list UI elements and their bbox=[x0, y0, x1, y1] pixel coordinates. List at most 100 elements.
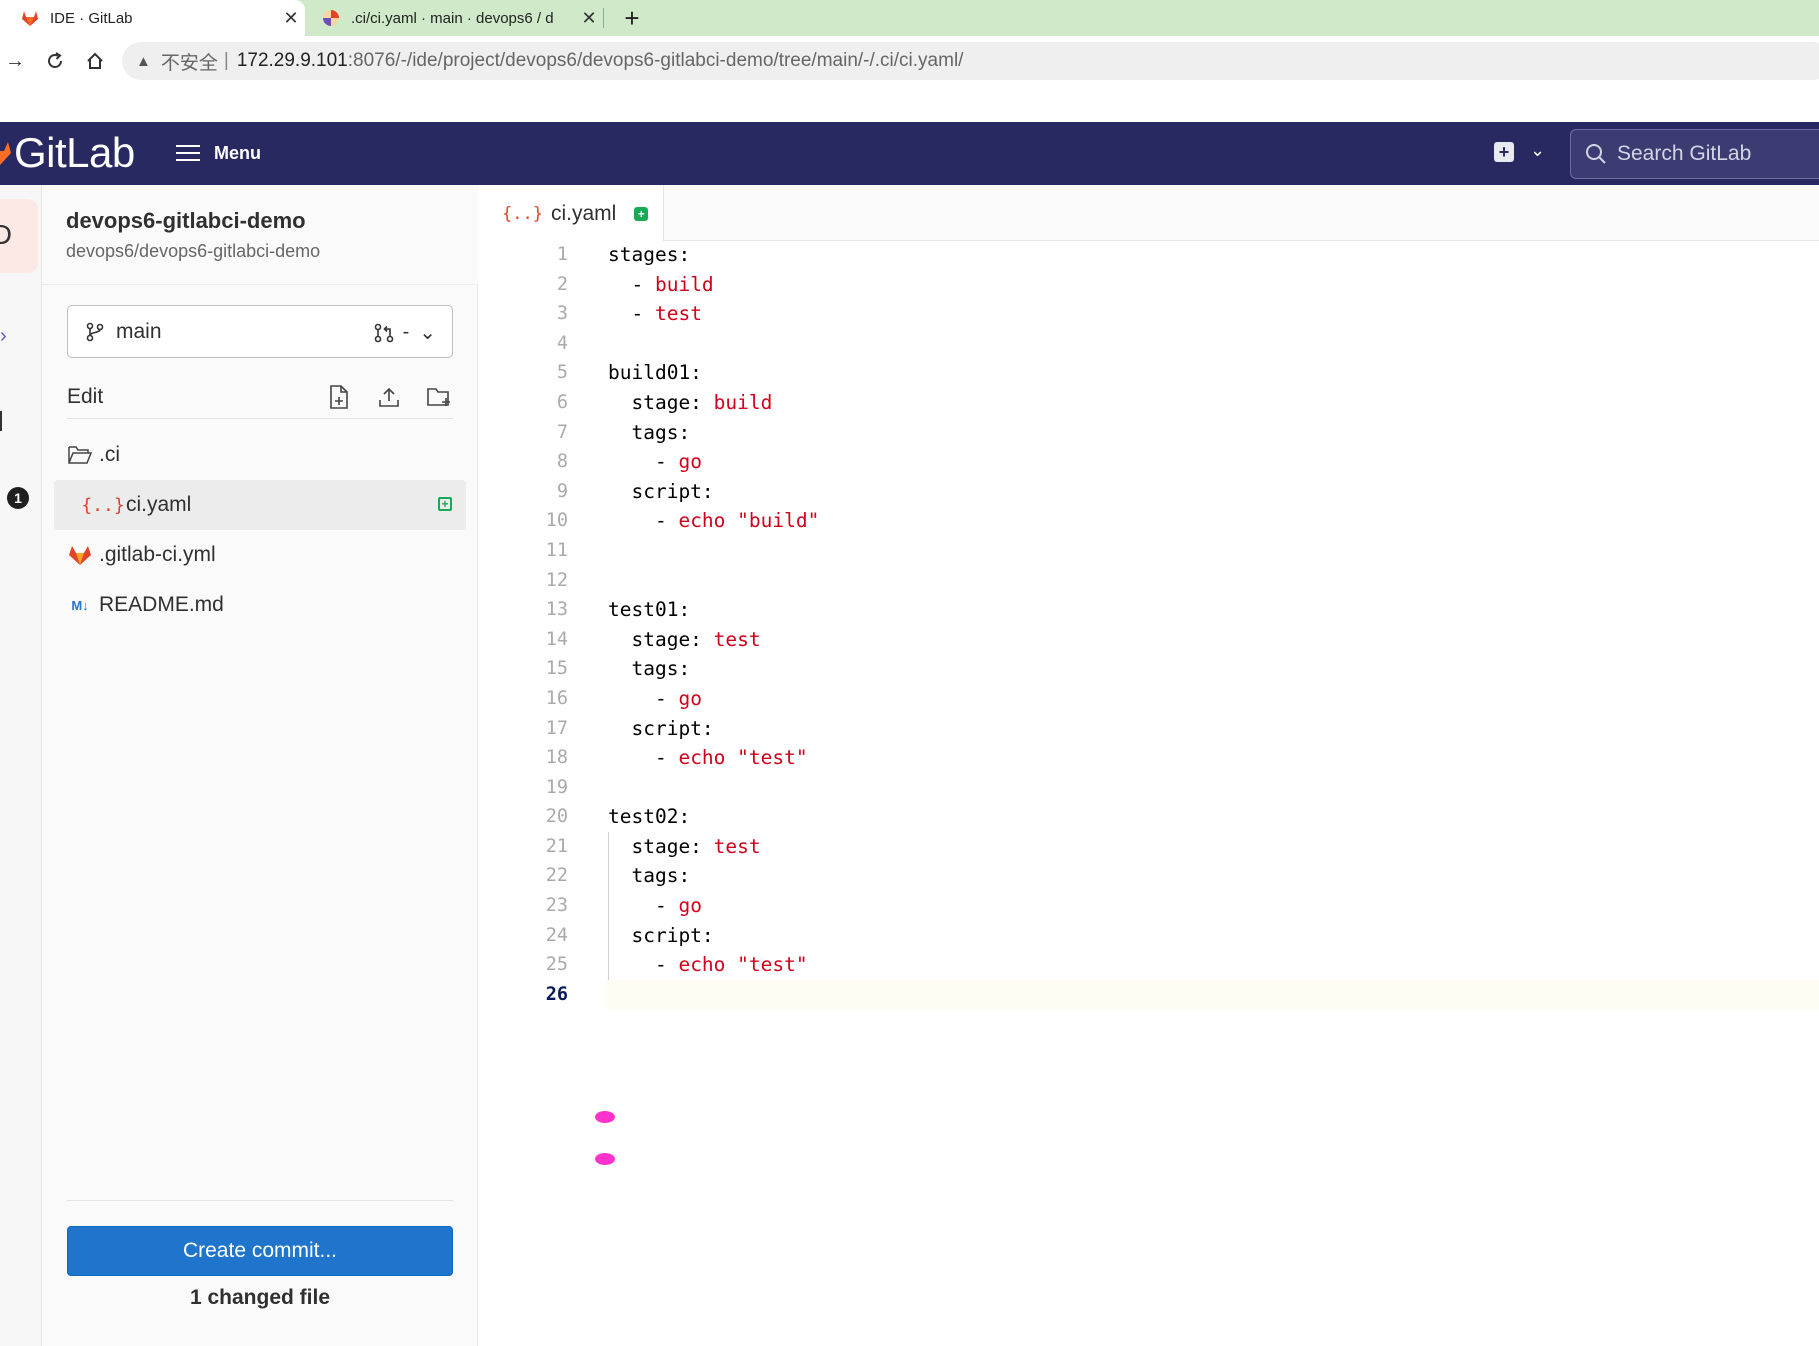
line-number: 7 bbox=[556, 421, 568, 443]
line-number: 21 bbox=[545, 835, 568, 857]
code-line[interactable]: 20 test02: bbox=[478, 802, 1819, 832]
code-line[interactable]: 10 - echo "build" bbox=[478, 506, 1819, 536]
code-line[interactable]: 23 - go bbox=[478, 891, 1819, 921]
review-mode-icon[interactable] bbox=[0, 411, 2, 431]
yaml-key: script: bbox=[608, 716, 714, 740]
code-line[interactable]: 15 tags: bbox=[478, 654, 1819, 684]
tree-item-ci-yaml[interactable]: {..} ci.yaml + bbox=[54, 480, 466, 530]
code-line[interactable]: 21 stage: test bbox=[478, 832, 1819, 862]
code-line[interactable]: 8 - go bbox=[478, 447, 1819, 477]
code-line[interactable]: 18 - echo "test" bbox=[478, 743, 1819, 773]
line-source: test02: bbox=[608, 802, 690, 832]
code-line[interactable]: 2 - build bbox=[478, 270, 1819, 300]
merge-request-selector[interactable]: - ⌄ bbox=[373, 320, 436, 345]
line-number: 8 bbox=[556, 451, 568, 473]
line-source: stage: test bbox=[608, 832, 760, 862]
commit-divider bbox=[67, 1200, 453, 1201]
reload-icon[interactable] bbox=[40, 46, 70, 76]
code-line[interactable]: 19 bbox=[478, 773, 1819, 803]
branch-icon bbox=[84, 321, 106, 343]
create-commit-button[interactable]: Create commit... bbox=[67, 1226, 453, 1276]
search-box[interactable]: Search GitLab bbox=[1570, 129, 1819, 179]
url-host: 172.29.9.101 bbox=[236, 50, 348, 71]
project-avatar[interactable]: D bbox=[0, 199, 38, 273]
menu-label: Menu bbox=[214, 142, 261, 163]
new-file-icon[interactable] bbox=[325, 383, 353, 411]
code-line[interactable]: 24 script: bbox=[478, 921, 1819, 951]
yaml-value: echo "test" bbox=[678, 746, 808, 770]
yaml-key: tags: bbox=[608, 420, 691, 444]
cursor-marker-top bbox=[595, 1111, 615, 1123]
gitlab-logo[interactable]: GitLab bbox=[0, 128, 135, 178]
ide-activity-rail: D › 1 bbox=[0, 185, 42, 1346]
yaml-file-icon: {..} bbox=[81, 494, 125, 516]
new-folder-icon[interactable] bbox=[425, 383, 453, 411]
line-number: 17 bbox=[545, 717, 568, 739]
branch-selector[interactable]: main - ⌄ bbox=[67, 305, 453, 358]
line-source: script: bbox=[608, 477, 713, 507]
new-tab-plus-icon[interactable]: + bbox=[612, 0, 652, 36]
project-path: devops6/devops6-gitlabci-demo bbox=[66, 241, 321, 261]
yaml-key: - bbox=[608, 894, 679, 918]
search-placeholder: Search GitLab bbox=[1617, 142, 1752, 165]
yaml-key: stage: bbox=[608, 627, 714, 651]
line-number: 10 bbox=[545, 510, 568, 532]
code-line[interactable]: 14 stage: test bbox=[478, 625, 1819, 655]
tree-item-gitlab-ci[interactable]: .gitlab-ci.yml bbox=[54, 530, 466, 580]
line-source: stages: bbox=[608, 240, 690, 270]
tree-item-ci-folder[interactable]: .ci bbox=[54, 430, 466, 480]
code-line[interactable]: 17 script: bbox=[478, 714, 1819, 744]
gitlab-top-bar: GitLab Menu + ⌄ Search GitLab bbox=[0, 122, 1819, 185]
code-line[interactable]: 26 bbox=[478, 979, 1819, 1010]
cursor-marker-bottom bbox=[595, 1153, 615, 1165]
browser-nav-bar: → ▲ 不安全 | 172.29.9.101 :8076/-/ide/proje… bbox=[0, 36, 1819, 86]
line-number: 1 bbox=[556, 244, 568, 265]
browser-tab-ide[interactable]: IDE · GitLab ✕ bbox=[0, 0, 305, 36]
project-name[interactable]: devops6-gitlabci-demo bbox=[66, 208, 306, 234]
code-line[interactable]: 1 stages: bbox=[478, 240, 1819, 270]
code-line[interactable]: 11 bbox=[478, 536, 1819, 566]
code-line[interactable]: 7 tags: bbox=[478, 418, 1819, 448]
edit-mode-icon[interactable]: › bbox=[0, 325, 7, 348]
tanuki-logo-icon bbox=[0, 139, 12, 167]
line-number: 4 bbox=[556, 332, 568, 354]
browser-tab-title: .ci/ci.yaml · main · devops6 / d bbox=[351, 9, 554, 27]
line-source: tags: bbox=[608, 654, 690, 684]
browser-tab-ci-yaml[interactable]: .ci/ci.yaml · main · devops6 / d ✕ bbox=[315, 0, 603, 36]
code-line[interactable]: 12 bbox=[478, 566, 1819, 596]
home-icon[interactable] bbox=[80, 46, 110, 76]
forward-arrow-icon[interactable]: → bbox=[0, 46, 30, 76]
commit-count-badge[interactable]: 1 bbox=[7, 487, 29, 509]
merge-request-label: - bbox=[402, 321, 410, 343]
yaml-value: build bbox=[713, 390, 773, 414]
line-source: stage: build bbox=[608, 388, 772, 418]
code-line[interactable]: 9 script: bbox=[478, 477, 1819, 507]
warning-triangle-icon[interactable]: ▲ bbox=[136, 53, 151, 70]
yaml-key: - bbox=[608, 686, 679, 710]
chevron-down-icon[interactable]: ⌄ bbox=[1530, 140, 1545, 161]
indent-guide bbox=[608, 832, 609, 980]
code-line[interactable]: 5 build01: bbox=[478, 358, 1819, 388]
line-number: 18 bbox=[545, 747, 568, 769]
code-line[interactable]: 4 bbox=[478, 329, 1819, 359]
yaml-key: test01: bbox=[608, 598, 691, 622]
menu-button[interactable]: Menu bbox=[176, 140, 261, 166]
code-line[interactable]: 3 - test bbox=[478, 299, 1819, 329]
new-item-plus-icon[interactable]: + bbox=[1494, 142, 1514, 162]
upload-icon[interactable] bbox=[375, 383, 403, 411]
close-tab-icon[interactable]: ✕ bbox=[575, 8, 603, 29]
code-line[interactable]: 25 - echo "test" bbox=[478, 950, 1819, 980]
line-source: script: bbox=[608, 921, 713, 951]
close-tab-icon[interactable]: ✕ bbox=[277, 8, 305, 29]
line-source: tags: bbox=[608, 861, 690, 891]
address-bar[interactable]: ▲ 不安全 | 172.29.9.101 :8076/-/ide/project… bbox=[122, 42, 1819, 80]
code-line[interactable]: 22 tags: bbox=[478, 861, 1819, 891]
editor-tab-ci-yaml[interactable]: {..} ci.yaml + bbox=[478, 185, 664, 242]
code-area[interactable]: 1 stages: 2 - build 3 - test 4 5 build01: 6 sta… bbox=[478, 240, 1819, 1010]
line-number: 25 bbox=[545, 954, 568, 976]
tree-item-readme[interactable]: M↓ README.md bbox=[54, 580, 466, 630]
code-line[interactable]: 16 - go bbox=[478, 684, 1819, 714]
code-line[interactable]: 6 stage: build bbox=[478, 388, 1819, 418]
edit-toolbar: Edit bbox=[67, 375, 453, 419]
code-line[interactable]: 13 test01: bbox=[478, 595, 1819, 625]
